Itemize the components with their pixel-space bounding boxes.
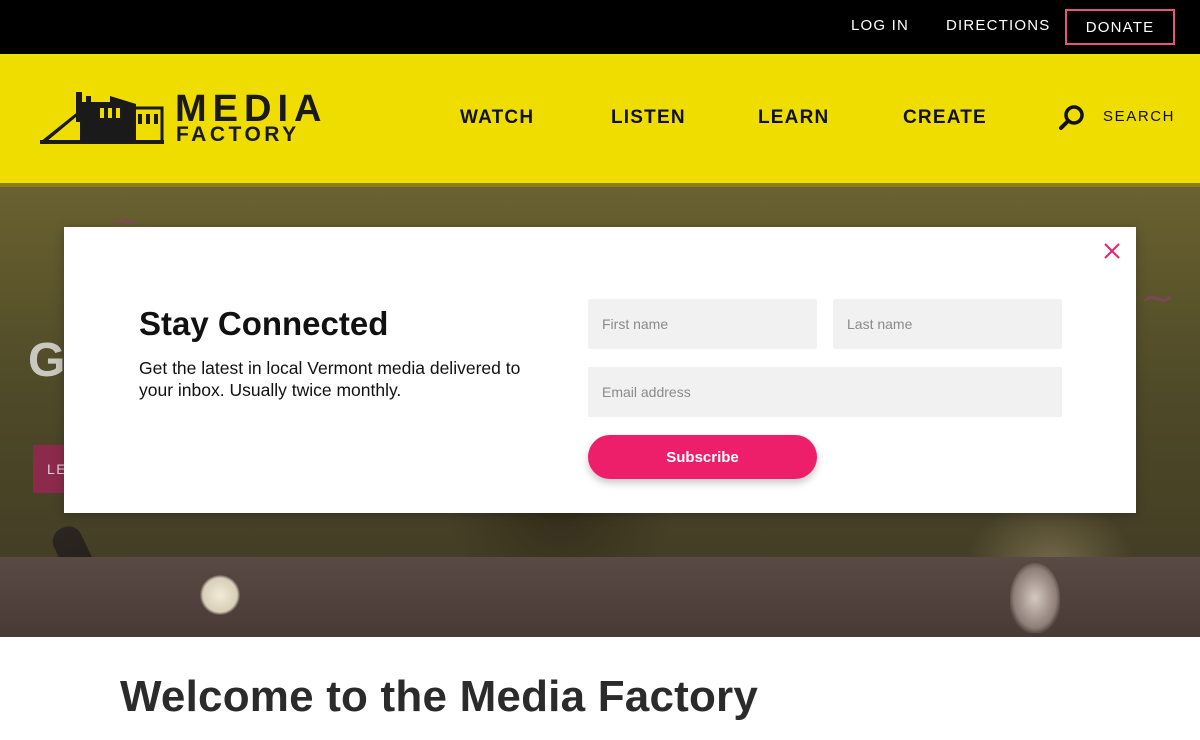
hero-top-band xyxy=(0,183,1200,187)
hero-decoration: ~ xyxy=(1140,273,1176,322)
hero-title: G xyxy=(28,334,66,387)
welcome-heading: Welcome to the Media Factory xyxy=(120,672,759,721)
search-link[interactable]: SEARCH xyxy=(1103,108,1175,125)
flower-image xyxy=(200,575,240,615)
email-field[interactable] xyxy=(588,367,1062,417)
first-name-field[interactable] xyxy=(588,299,817,349)
nav-create[interactable]: CREATE xyxy=(903,107,987,129)
nav-learn[interactable]: LEARN xyxy=(758,107,829,129)
last-name-field[interactable] xyxy=(833,299,1062,349)
nav-listen[interactable]: LISTEN xyxy=(611,107,686,129)
logo-word-factory: FACTORY xyxy=(176,123,300,146)
newsletter-modal: Stay Connected Get the latest in local V… xyxy=(64,227,1136,513)
religious-figure-image xyxy=(1010,563,1060,633)
donate-button[interactable]: DONATE xyxy=(1065,9,1175,45)
directions-link[interactable]: DIRECTIONS xyxy=(946,17,1051,34)
modal-title: Stay Connected xyxy=(139,305,389,342)
login-link[interactable]: LOG IN xyxy=(851,17,909,34)
media-factory-logo[interactable]: MEDIA FACTORY xyxy=(40,88,340,150)
factory-building-icon xyxy=(40,92,164,144)
close-icon[interactable] xyxy=(1102,241,1122,261)
site-header: MEDIA FACTORY WATCH LISTEN LEARN CREATE … xyxy=(0,54,1200,183)
modal-description: Get the latest in local Vermont media de… xyxy=(139,358,521,400)
nav-watch[interactable]: WATCH xyxy=(460,107,534,129)
subscribe-button[interactable]: Subscribe xyxy=(588,435,817,479)
top-utility-bar: LOG IN DIRECTIONS DONATE xyxy=(0,0,1200,54)
search-icon[interactable] xyxy=(1058,104,1086,132)
